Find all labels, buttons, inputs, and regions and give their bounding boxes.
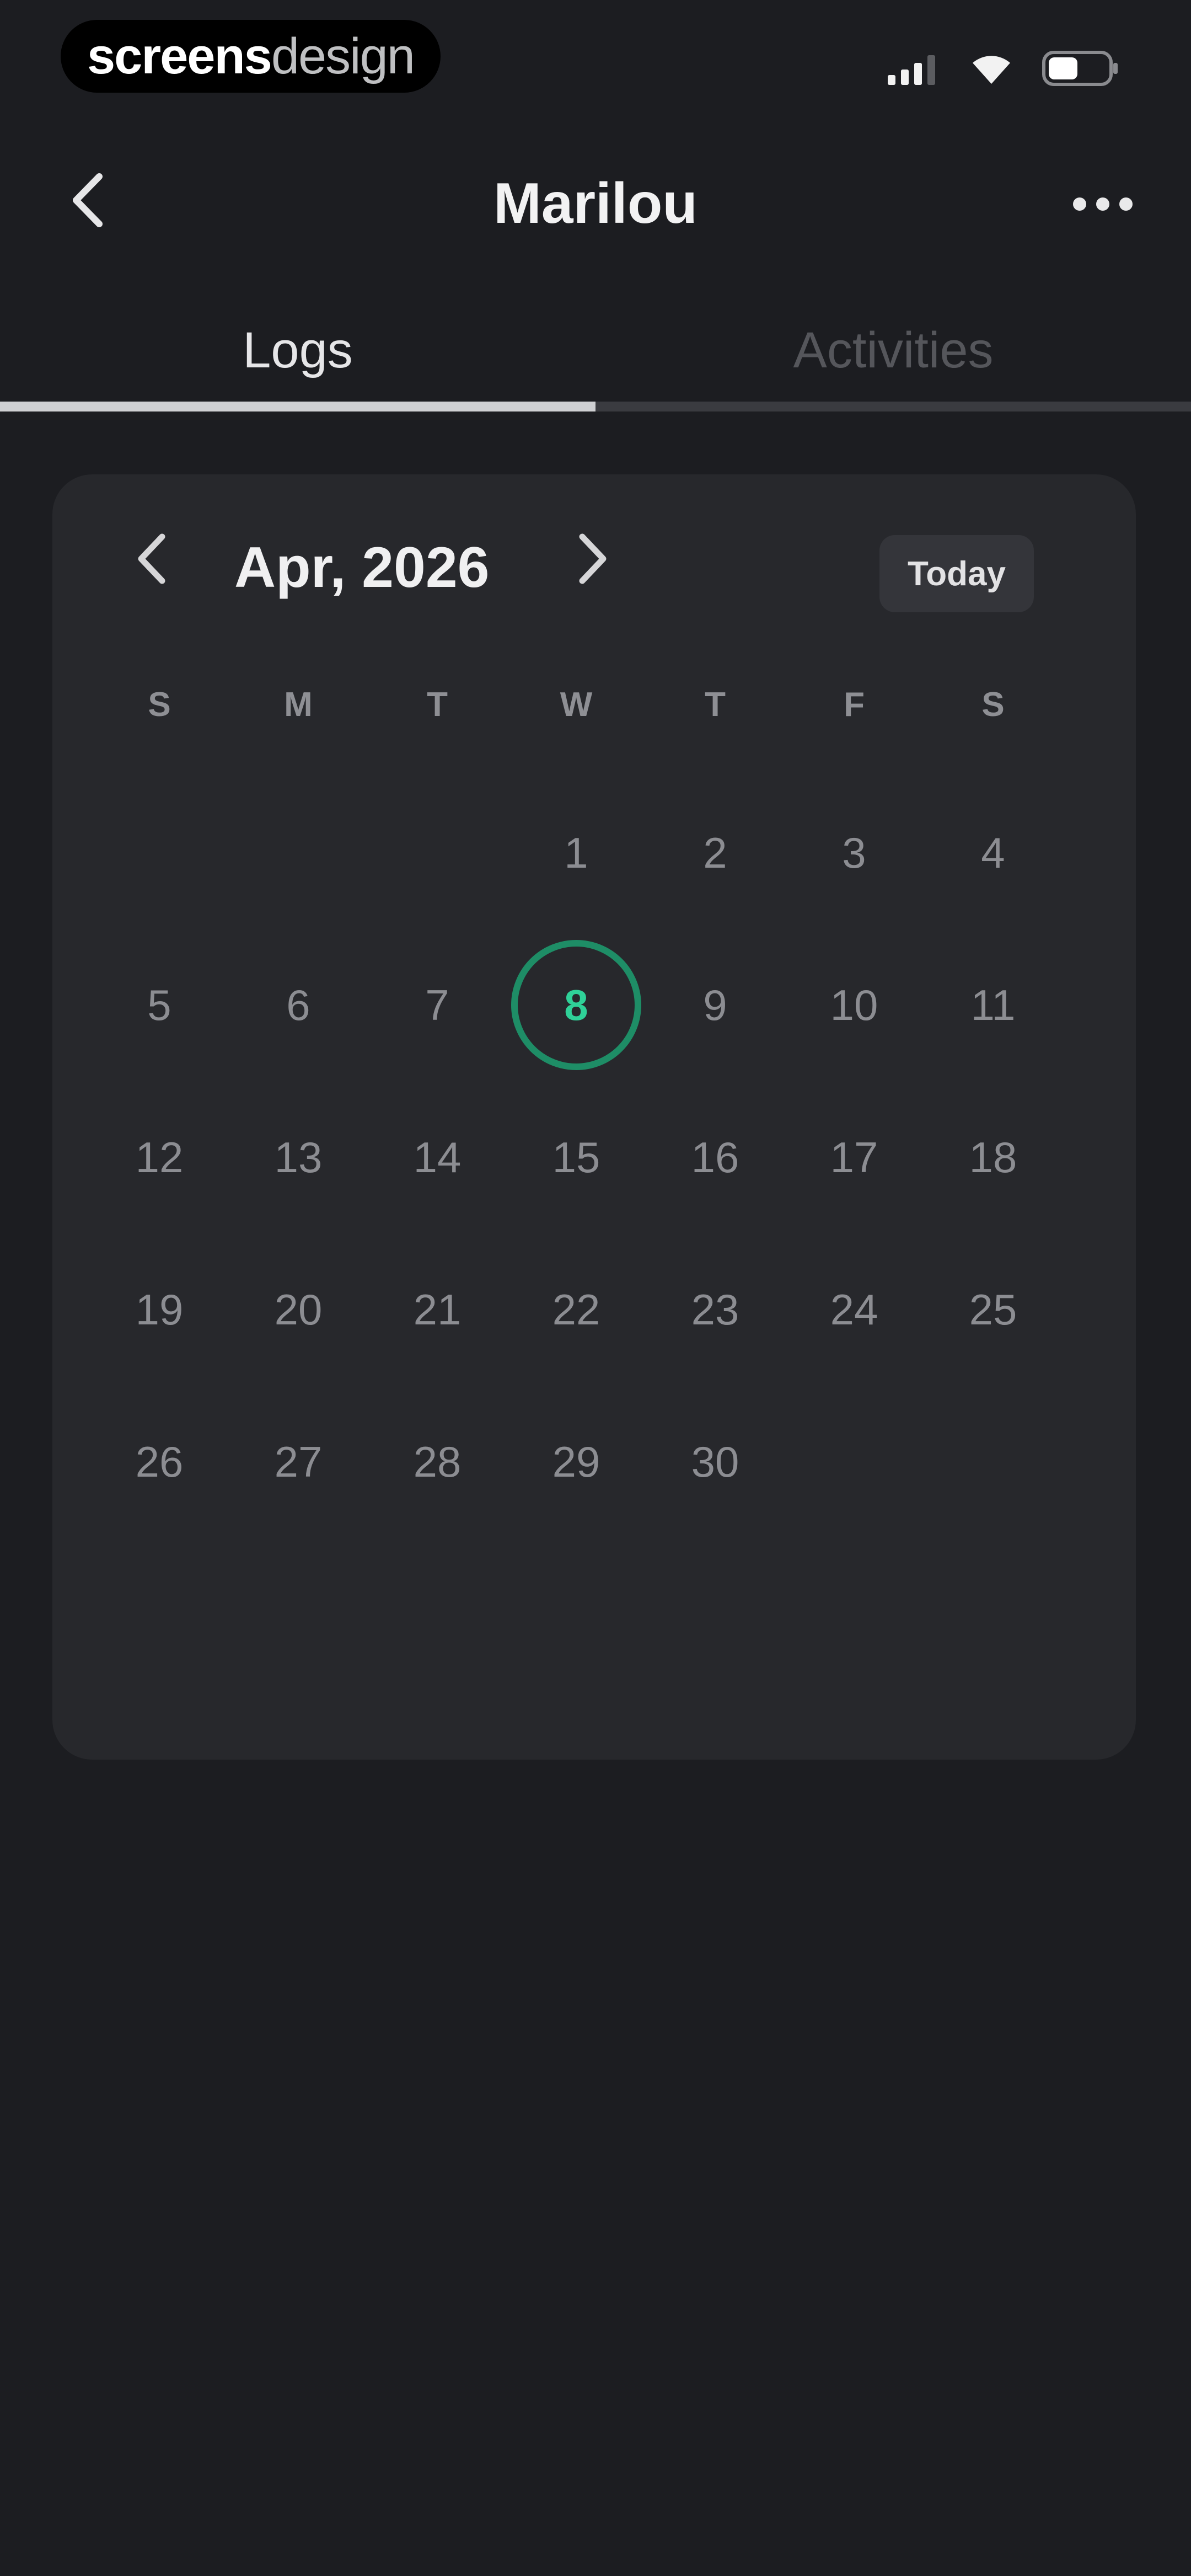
weekday-row: S M T W T F S — [90, 685, 1063, 724]
chevron-left-icon — [132, 531, 171, 589]
status-icons — [888, 51, 1119, 89]
next-month-button[interactable] — [562, 530, 623, 590]
calendar-day-number: 11 — [970, 980, 1016, 1029]
tab-active-indicator — [0, 402, 596, 411]
more-dot — [1096, 197, 1109, 211]
calendar-day-number: 29 — [552, 1437, 600, 1486]
calendar-day-number: 17 — [830, 1132, 878, 1182]
calendar-day-number: 28 — [413, 1437, 462, 1486]
calendar-day[interactable]: 13 — [229, 1081, 368, 1233]
brand-logo: screens design — [61, 20, 441, 93]
weekday-label: S — [148, 686, 171, 724]
more-options-button[interactable] — [1064, 177, 1141, 232]
status-bar: screens design — [0, 0, 1191, 116]
wifi-icon — [969, 52, 1013, 88]
calendar-day[interactable]: 4 — [924, 777, 1063, 929]
calendar-day[interactable]: 27 — [229, 1386, 368, 1538]
calendar-day-number: 14 — [413, 1132, 462, 1182]
calendar-day-number: 4 — [981, 828, 1005, 877]
calendar-day-number: 22 — [552, 1285, 600, 1334]
weekday-label: S — [981, 686, 1005, 724]
calendar-day[interactable]: 24 — [785, 1233, 924, 1386]
calendar-day-number: 10 — [830, 980, 878, 1029]
calendar-day-number: 24 — [830, 1285, 878, 1334]
more-dot — [1119, 197, 1133, 211]
calendar-day-number: 7 — [425, 980, 449, 1029]
cellular-signal-icon — [888, 52, 941, 88]
calendar-day-number: 6 — [286, 980, 310, 1029]
calendar-day[interactable]: 21 — [368, 1233, 507, 1386]
previous-month-button[interactable] — [121, 530, 182, 590]
weekday-label: T — [705, 686, 726, 724]
calendar-day-number: 9 — [703, 980, 727, 1029]
battery-icon — [1042, 51, 1119, 89]
calendar-day-number: 21 — [413, 1285, 462, 1334]
calendar-day[interactable]: 9 — [646, 929, 785, 1081]
calendar-day[interactable]: 23 — [646, 1233, 785, 1386]
tab-logs[interactable]: Logs — [0, 298, 596, 403]
calendar-day[interactable]: 2 — [646, 777, 785, 929]
more-horizontal-icon — [1073, 197, 1086, 211]
tab-activities[interactable]: Activities — [596, 298, 1191, 403]
calendar-day-number: 26 — [135, 1437, 184, 1486]
weekday-label: T — [427, 686, 448, 724]
calendar-day-number: 15 — [552, 1132, 600, 1182]
calendar-day[interactable]: 5 — [90, 929, 229, 1081]
calendar-day-number: 23 — [691, 1285, 739, 1334]
page-title: Marilou — [493, 172, 698, 236]
calendar-day-number: 5 — [147, 980, 171, 1029]
calendar-day-number: 27 — [274, 1437, 323, 1486]
brand-logo-part1: screens — [87, 28, 272, 84]
calendar-day-selected[interactable]: 8 — [507, 929, 646, 1081]
app-header: Marilou — [0, 138, 1191, 265]
calendar-day[interactable]: 30 — [646, 1386, 785, 1538]
calendar-day[interactable]: 12 — [90, 1081, 229, 1233]
calendar-day-number: 19 — [135, 1285, 184, 1334]
calendar-day[interactable]: 19 — [90, 1233, 229, 1386]
calendar-day[interactable]: 3 — [785, 777, 924, 929]
calendar-day-number: 3 — [842, 828, 866, 877]
weekday-label: F — [844, 686, 865, 724]
calendar-day[interactable]: 22 — [507, 1233, 646, 1386]
calendar-day[interactable]: 1 — [507, 777, 646, 929]
calendar-day-number: 18 — [969, 1132, 1017, 1182]
calendar-day[interactable]: 28 — [368, 1386, 507, 1538]
calendar-day-number: 30 — [691, 1437, 739, 1486]
calendar-day-number: 20 — [274, 1285, 323, 1334]
calendar-days-grid: 1 2 3 4 5 6 7 8 9 10 11 12 13 14 15 16 17 18 19 20 21 22 23 24 2… — [90, 777, 1063, 1538]
calendar-day[interactable]: 29 — [507, 1386, 646, 1538]
month-label: Apr, 2026 — [234, 536, 490, 600]
calendar-day[interactable]: 14 — [368, 1081, 507, 1233]
tab-track — [0, 402, 1191, 411]
brand-logo-part2: design — [271, 28, 415, 84]
calendar-day[interactable]: 20 — [229, 1233, 368, 1386]
calendar-day-number: 2 — [703, 828, 727, 877]
calendar-day-number: 13 — [274, 1132, 323, 1182]
weekday-label: W — [560, 686, 593, 724]
calendar-day[interactable]: 16 — [646, 1081, 785, 1233]
calendar-day[interactable]: 7 — [368, 929, 507, 1081]
calendar-day-number: 1 — [564, 828, 588, 877]
calendar-day[interactable]: 6 — [229, 929, 368, 1081]
calendar-header: Apr, 2026 Today — [52, 474, 1136, 645]
calendar-day[interactable]: 10 — [785, 929, 924, 1081]
calendar-day[interactable]: 11 — [924, 929, 1063, 1081]
today-button[interactable]: Today — [879, 535, 1034, 612]
calendar-day[interactable]: 26 — [90, 1386, 229, 1538]
calendar-day-number: 8 — [564, 980, 588, 1029]
chevron-right-icon — [573, 531, 612, 589]
tab-bar: Logs Activities — [0, 298, 1191, 414]
calendar-day[interactable]: 17 — [785, 1081, 924, 1233]
calendar-day-number: 16 — [691, 1132, 739, 1182]
calendar-day[interactable]: 18 — [924, 1081, 1063, 1233]
calendar-card: Apr, 2026 Today S M T W T F S 1234567891… — [52, 474, 1136, 1760]
weekday-label: M — [284, 686, 313, 724]
calendar-day[interactable]: 25 — [924, 1233, 1063, 1386]
calendar-day-number: 12 — [135, 1132, 184, 1182]
calendar-day-number: 25 — [969, 1285, 1017, 1334]
calendar-day[interactable]: 15 — [507, 1081, 646, 1233]
